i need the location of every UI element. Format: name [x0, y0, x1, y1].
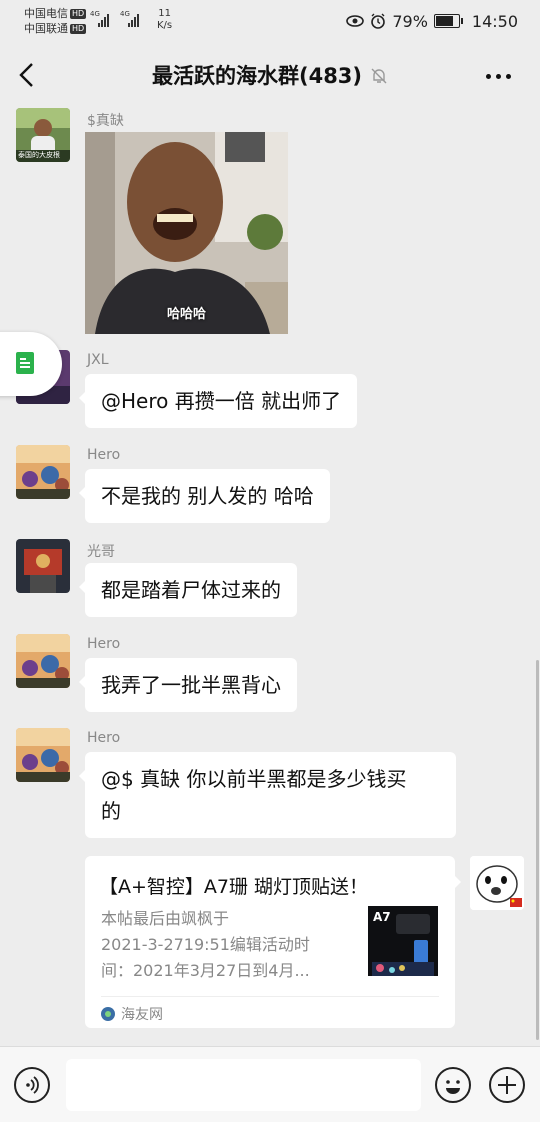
- chat-header: 最活跃的海水群(483): [0, 42, 540, 108]
- voice-icon: [26, 1076, 39, 1094]
- hd-badge-1: HD: [70, 9, 87, 19]
- clock: 14:50: [471, 11, 518, 31]
- sender-name: Hero: [87, 636, 121, 652]
- alarm-icon: [371, 13, 386, 29]
- message-bubble[interactable]: 都是踏着尸体过来的: [79, 563, 297, 617]
- dot-icon: [506, 73, 511, 79]
- eye-icon: [346, 15, 365, 27]
- avatar[interactable]: [16, 728, 70, 782]
- sender-name: Hero: [87, 730, 121, 746]
- divider: [101, 996, 439, 997]
- status-bar: 中国电信 HD 中国联通 HD 4G 4G 11 K/s 79% 14:50: [0, 0, 540, 42]
- sender-name: $真缺: [87, 113, 124, 129]
- more-options-button[interactable]: [486, 64, 516, 88]
- dot-icon: [496, 73, 501, 79]
- sender-name: Hero: [87, 447, 121, 463]
- input-bar: [0, 1046, 540, 1122]
- battery-icon: [433, 14, 463, 28]
- sender-name: JXL: [87, 352, 109, 368]
- plus-icon: [498, 1076, 516, 1094]
- dot-icon: [486, 73, 491, 79]
- link-card[interactable]: 【A+智控】A7珊 瑚灯顶贴送！ 本帖最后由飒枫于 2021-3-2719:51…: [85, 856, 461, 1028]
- message-bubble[interactable]: @$ 真缺 你以前半黑都是多少钱买 的: [79, 752, 456, 838]
- source-logo-icon: [101, 1007, 115, 1021]
- image-caption: 哈哈哈: [166, 307, 206, 322]
- network-speed: 11 K/s: [157, 8, 173, 31]
- avatar[interactable]: 泰国的大皮根: [16, 108, 70, 162]
- message-bubble[interactable]: 我弄了一批半黑背心: [79, 658, 297, 712]
- document-icon: [16, 352, 34, 374]
- my-avatar[interactable]: [470, 856, 524, 910]
- image-message[interactable]: 哈哈哈: [85, 132, 288, 334]
- message-bubble[interactable]: 不是我的 别人发的 哈哈: [79, 469, 330, 523]
- carrier-info: 中国电信 HD 中国联通 HD: [24, 6, 87, 36]
- link-card-title: 【A+智控】A7珊 瑚灯顶贴送！: [99, 876, 369, 898]
- link-card-thumbnail: A7: [368, 906, 438, 976]
- voice-button[interactable]: [14, 1067, 50, 1103]
- avatar[interactable]: [16, 634, 70, 688]
- message-bubble[interactable]: @Hero 再攒一倍 就出师了: [78, 374, 358, 428]
- message-input[interactable]: [66, 1059, 421, 1111]
- add-more-button[interactable]: [489, 1067, 525, 1103]
- status-right: 79% 14:50: [346, 10, 518, 32]
- mute-bell-icon: [371, 68, 387, 84]
- link-card-description: 本帖最后由飒枫于 2021-3-2719:51编辑活动时 间：2021年3月27…: [101, 909, 310, 980]
- battery-percent: 79%: [392, 11, 428, 31]
- emoji-icon: [446, 1080, 460, 1094]
- hd-badge-2: HD: [70, 24, 87, 34]
- floating-document-widget[interactable]: [0, 332, 62, 396]
- carrier-2: 中国联通: [24, 22, 68, 35]
- link-card-source: 海友网: [101, 1004, 163, 1024]
- avatar[interactable]: [16, 539, 70, 593]
- emoji-button[interactable]: [435, 1067, 471, 1103]
- chat-title: 最活跃的海水群(483): [0, 60, 540, 90]
- sender-name: 光哥: [87, 544, 115, 560]
- scrollbar[interactable]: [536, 660, 539, 1040]
- avatar[interactable]: [16, 445, 70, 499]
- carrier-1: 中国电信: [24, 7, 68, 20]
